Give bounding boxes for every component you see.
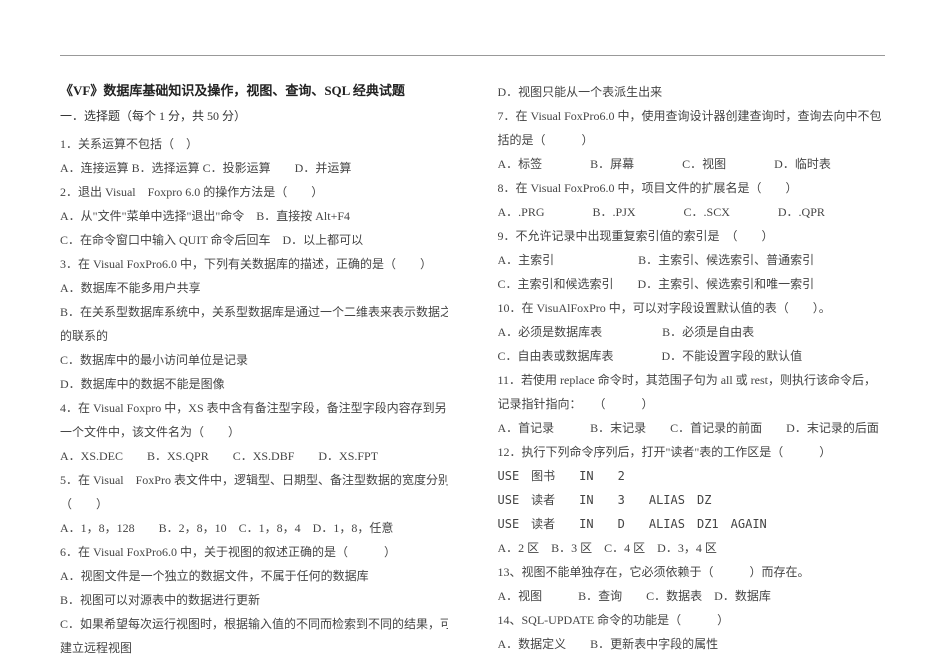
text-line: 的联系的 — [60, 324, 448, 348]
text-line: C．如果希望每次运行视图时，根据输入值的不同而检索到不同的结果，可以 — [60, 612, 448, 636]
text-line: C．数据库中的最小访问单位是记录 — [60, 348, 448, 372]
text-line: D．视图只能从一个表派生出来 — [498, 80, 886, 104]
text-line: 2．退出 Visual Foxpro 6.0 的操作方法是（ ） — [60, 180, 448, 204]
text-line: 建立远程视图 — [60, 636, 448, 660]
text-line: 11．若使用 replace 命令时，其范围子句为 all 或 rest，则执行… — [498, 368, 886, 392]
document-title: 《VF》数据库基础知识及操作，视图、查询、SQL 经典试题 — [60, 80, 448, 99]
text-line: 3．在 Visual FoxPro6.0 中，下列有关数据库的描述，正确的是（ … — [60, 252, 448, 276]
text-line: 8．在 Visual FoxPro6.0 中，项目文件的扩展名是（ ） — [498, 176, 886, 200]
text-line: C．主索引和候选索引 D．主索引、候选索引和唯一索引 — [498, 272, 886, 296]
code-line: USE 读者 IN D ALIAS DZ1 AGAIN — [498, 512, 886, 536]
text-line: C．在命令窗口中输入 QUIT 命令后回车 D．以上都可以 — [60, 228, 448, 252]
text-line: B．视图可以对源表中的数据进行更新 — [60, 588, 448, 612]
text-line: A．1，8，128 B．2，8，10 C．1，8，4 D．1，8，任意 — [60, 516, 448, 540]
right-column: D．视图只能从一个表派生出来 7．在 Visual FoxPro6.0 中，使用… — [498, 80, 886, 660]
text-line: （ ） — [60, 492, 448, 516]
text-line: A．从"文件"菜单中选择"退出"命令 B．直接按 Alt+F4 — [60, 204, 448, 228]
text-line: 记录指针指向： （ ） — [498, 392, 886, 416]
text-line: 一个文件中，该文件名为（ ） — [60, 420, 448, 444]
text-line: A．连接运算 B．选择运算 C．投影运算 D．并运算 — [60, 156, 448, 180]
text-line: D．数据库中的数据不能是图像 — [60, 372, 448, 396]
text-line: A．首记录 B．末记录 C．首记录的前面 D．末记录的后面 — [498, 416, 886, 440]
text-line: A．视图 B．查询 C．数据表 D．数据库 — [498, 584, 886, 608]
section-heading: 一．选择题（每个 1 分，共 50 分） — [60, 107, 448, 124]
text-line: A．主索引 B．主索引、候选索引、普通索引 — [498, 248, 886, 272]
text-line: 10．在 VisuAlFoxPro 中，可以对字段设置默认值的表（ ）。 — [498, 296, 886, 320]
text-line: 13、视图不能单独存在，它必须依赖于（ ）而存在。 — [498, 560, 886, 584]
text-line: 4．在 Visual Foxpro 中，XS 表中含有备注型字段，备注型字段内容… — [60, 396, 448, 420]
text-line: A．数据库不能多用户共享 — [60, 276, 448, 300]
text-line: A．2 区 B．3 区 C．4 区 D．3，4 区 — [498, 536, 886, 560]
code-line: USE 图书 IN 2 — [498, 464, 886, 488]
text-line: A．视图文件是一个独立的数据文件，不属于任何的数据库 — [60, 564, 448, 588]
text-line: A．数据定义 B．更新表中字段的属性 — [498, 632, 886, 656]
header-divider — [60, 55, 885, 56]
text-line: 1．关系运算不包括（ ） — [60, 132, 448, 156]
text-line: 括的是（ ） — [498, 128, 886, 152]
text-line: A．XS.DEC B．XS.QPR C．XS.DBF D．XS.FPT — [60, 444, 448, 468]
left-column: 《VF》数据库基础知识及操作，视图、查询、SQL 经典试题 一．选择题（每个 1… — [60, 80, 448, 660]
text-line: 9．不允许记录中出现重复索引值的索引是 （ ） — [498, 224, 886, 248]
text-line: C．自由表或数据库表 D．不能设置字段的默认值 — [498, 344, 886, 368]
document-page: 《VF》数据库基础知识及操作，视图、查询、SQL 经典试题 一．选择题（每个 1… — [0, 0, 945, 668]
two-column-content: 《VF》数据库基础知识及操作，视图、查询、SQL 经典试题 一．选择题（每个 1… — [60, 80, 885, 660]
text-line: A．标签 B．屏幕 C．视图 D．临时表 — [498, 152, 886, 176]
text-line: A．.PRG B．.PJX C．.SCX D．.QPR — [498, 200, 886, 224]
text-line: 12．执行下列命令序列后，打开"读者"表的工作区是（ ） — [498, 440, 886, 464]
text-line: 5．在 Visual FoxPro 表文件中，逻辑型、日期型、备注型数据的宽度分… — [60, 468, 448, 492]
text-line: 6．在 Visual FoxPro6.0 中，关于视图的叙述正确的是（ ） — [60, 540, 448, 564]
code-line: USE 读者 IN 3 ALIAS DZ — [498, 488, 886, 512]
text-line: B．在关系型数据库系统中，关系型数据库是通过一个二维表来表示数据之间 — [60, 300, 448, 324]
text-line: 14、SQL-UPDATE 命令的功能是（ ） — [498, 608, 886, 632]
text-line: A．必须是数据库表 B．必须是自由表 — [498, 320, 886, 344]
text-line: 7．在 Visual FoxPro6.0 中，使用查询设计器创建查询时，查询去向… — [498, 104, 886, 128]
